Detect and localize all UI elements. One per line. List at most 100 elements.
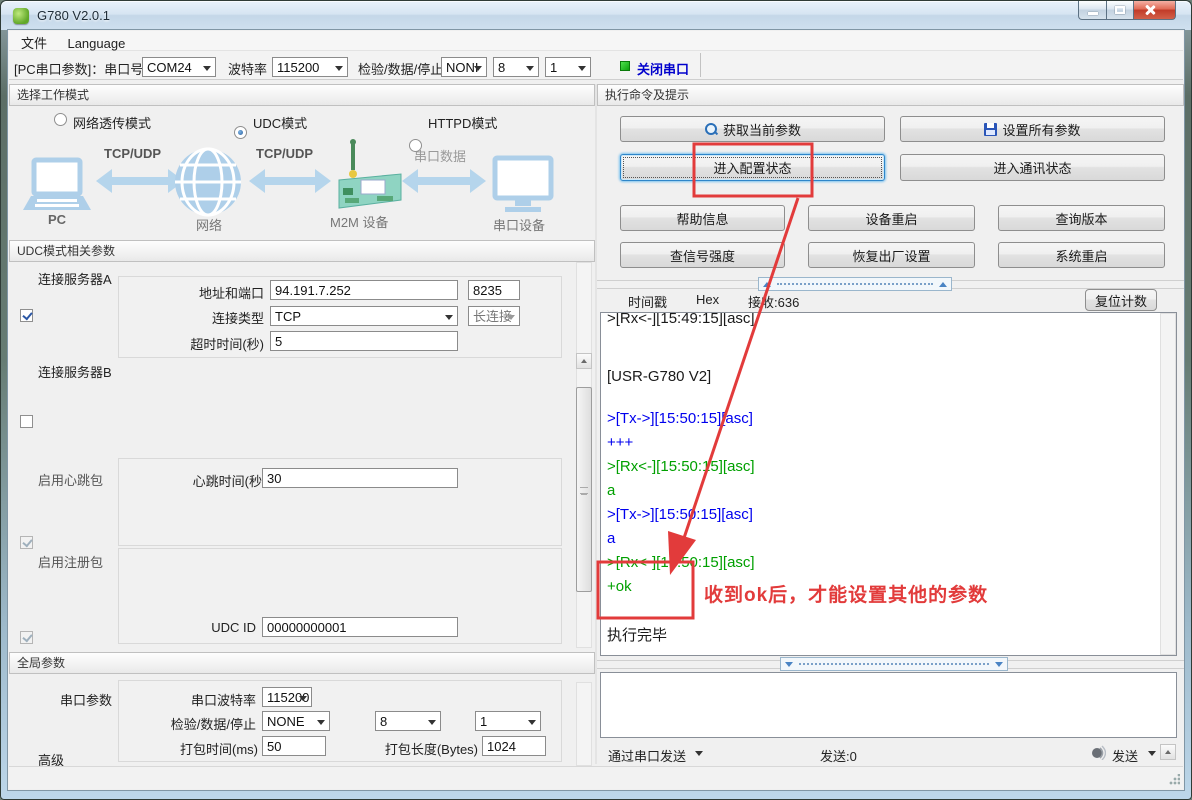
hex-label[interactable]: Hex xyxy=(696,292,719,307)
timestamp-label[interactable]: 时间戳 xyxy=(628,292,667,311)
window-title: G780 V2.0.1 xyxy=(37,8,110,23)
log-line: >[Rx<-][15:50:15][asc] xyxy=(607,551,1176,575)
send-splitter-handle[interactable] xyxy=(780,657,1008,671)
heartbeat-checkbox[interactable] xyxy=(20,536,33,549)
port-status-led-icon xyxy=(620,61,630,71)
regpack-checkbox[interactable] xyxy=(20,631,33,644)
radio-udc-label[interactable]: UDC模式 xyxy=(253,113,307,132)
send-button[interactable]: 发送 xyxy=(1112,746,1138,765)
reboot-device-button[interactable]: 设备重启 xyxy=(808,205,975,231)
title-bar[interactable]: G780 V2.0.1 xyxy=(1,1,1191,30)
splitter-dots2 xyxy=(799,663,989,665)
set-params-label: 设置所有参数 xyxy=(1002,120,1080,139)
log-line: +++ xyxy=(607,431,1176,455)
splitter-down-icon xyxy=(785,662,793,671)
radio-httpd-label[interactable]: HTTPD模式 xyxy=(428,113,497,132)
timeout-label: 超时时间(秒) xyxy=(164,334,264,353)
parity-label: 检验/数据/停止 xyxy=(358,59,443,78)
stopbits-select[interactable]: 1 xyxy=(545,57,591,77)
udc-id-label: UDC ID xyxy=(182,620,256,635)
baud-select[interactable]: 115200 xyxy=(272,57,348,77)
pack-len-field[interactable] xyxy=(482,736,546,756)
global-parity-select[interactable]: NONE xyxy=(262,711,330,731)
log-line: >[Rx<-][15:49:15][asc] xyxy=(607,312,1176,331)
parity-select[interactable]: NONI xyxy=(441,57,487,77)
server-a-label[interactable]: 连接服务器A xyxy=(38,269,112,288)
system-reboot-button[interactable]: 系统重启 xyxy=(998,242,1165,268)
serial-params-label: 串口参数 xyxy=(60,690,112,709)
arrow-serial-icon xyxy=(402,169,486,193)
com-port-select[interactable]: COM24 xyxy=(142,57,216,77)
server-a-port-field[interactable] xyxy=(468,280,520,300)
status-bar xyxy=(9,766,1183,789)
factory-reset-button[interactable]: 恢复出厂设置 xyxy=(808,242,975,268)
recv-count: 接收:636 xyxy=(748,292,799,311)
splitter-up-icon xyxy=(763,278,771,287)
global-stopbits-select[interactable]: 1 xyxy=(475,711,541,731)
diagram-pc-label: PC xyxy=(48,212,66,227)
enter-config-button[interactable]: 进入配置状态 xyxy=(620,154,885,181)
udc-scroll-thumb[interactable] xyxy=(576,387,592,592)
pack-len-label: 打包长度(Bytes) xyxy=(374,739,478,758)
sent-count: 发送:0 xyxy=(820,746,857,765)
query-version-button[interactable]: 查询版本 xyxy=(998,205,1165,231)
keep-alive-select[interactable]: 长连接 xyxy=(468,306,520,326)
network-globe-icon xyxy=(175,149,241,215)
server-a-address-field[interactable] xyxy=(270,280,458,300)
server-b-checkbox[interactable] xyxy=(20,415,33,428)
timeout-field[interactable] xyxy=(270,331,458,351)
global-baud-label: 串口波特率 xyxy=(176,690,256,709)
server-a-checkbox[interactable] xyxy=(20,309,33,322)
send-icon xyxy=(1090,744,1106,760)
radio-transparent-label[interactable]: 网络透传模式 xyxy=(73,113,151,132)
enter-comm-button[interactable]: 进入通讯状态 xyxy=(900,154,1165,181)
log-line: >[Tx->][15:50:15][asc] xyxy=(607,503,1176,527)
send-input[interactable] xyxy=(600,672,1177,738)
udc-params-header: UDC模式相关参数 xyxy=(9,240,595,262)
diagram-m2m-label: M2M 设备 xyxy=(330,212,389,231)
menu-bar: 文件 Language xyxy=(9,31,1183,51)
reset-count-button[interactable]: 复位计数 xyxy=(1085,289,1157,311)
heartbeat-label[interactable]: 启用心跳包 xyxy=(38,470,103,489)
radio-transparent-mode[interactable] xyxy=(54,113,67,126)
diagram-tcp2-label: TCP/UDP xyxy=(256,146,313,161)
minimize-button[interactable] xyxy=(1078,1,1107,20)
heartbeat-time-label: 心跳时间(秒 xyxy=(182,471,262,490)
global-baud-select[interactable]: 115200 xyxy=(262,687,312,707)
set-params-button[interactable]: 设置所有参数 xyxy=(900,116,1165,142)
get-params-label: 获取当前参数 xyxy=(723,120,801,139)
m2m-device-icon xyxy=(339,139,401,208)
pack-time-field[interactable] xyxy=(262,736,326,756)
query-signal-button[interactable]: 查信号强度 xyxy=(620,242,785,268)
regpack-label[interactable]: 启用注册包 xyxy=(38,552,103,571)
close-port-button[interactable]: 关闭串口 xyxy=(637,59,689,78)
diagram-tcp1-label: TCP/UDP xyxy=(104,146,161,161)
send-dropdown-icon[interactable] xyxy=(1148,751,1156,760)
conn-type-select[interactable]: TCP xyxy=(270,306,458,326)
send-via-dropdown-icon[interactable] xyxy=(695,751,703,760)
global-scrollbar[interactable] xyxy=(576,682,592,766)
diagram-net-label: 网络 xyxy=(196,215,222,234)
addr-label: 地址和端口 xyxy=(164,283,264,302)
caption-buttons xyxy=(1078,1,1176,20)
udc-scroll-up-icon[interactable] xyxy=(576,353,592,369)
diagram-serial-dev-label: 串口设备 xyxy=(493,215,545,234)
log-line: >[Rx<-][15:50:15][asc] xyxy=(607,455,1176,479)
global-databits-select[interactable]: 8 xyxy=(375,711,441,731)
help-button[interactable]: 帮助信息 xyxy=(620,205,785,231)
server-b-label[interactable]: 连接服务器B xyxy=(38,362,112,381)
log-splitter-handle[interactable] xyxy=(758,277,952,291)
annotation-text: 收到ok后，才能设置其他的参数 xyxy=(704,580,988,607)
resize-grip[interactable] xyxy=(1168,774,1180,786)
close-button[interactable] xyxy=(1134,1,1176,20)
get-params-button[interactable]: 获取当前参数 xyxy=(620,116,885,142)
log-scroll-up-icon[interactable] xyxy=(1160,744,1176,760)
global-parity-label: 检验/数据/停止 xyxy=(162,714,256,733)
send-via-serial-button[interactable]: 通过串口发送 xyxy=(608,746,686,765)
maximize-button[interactable] xyxy=(1107,1,1134,20)
databits-select[interactable]: 8 xyxy=(493,57,539,77)
log-scrollbar[interactable] xyxy=(1160,313,1176,655)
heartbeat-time-field[interactable] xyxy=(262,468,458,488)
log-done-text: 执行完毕 xyxy=(607,624,1176,648)
udc-id-field[interactable] xyxy=(262,617,458,637)
